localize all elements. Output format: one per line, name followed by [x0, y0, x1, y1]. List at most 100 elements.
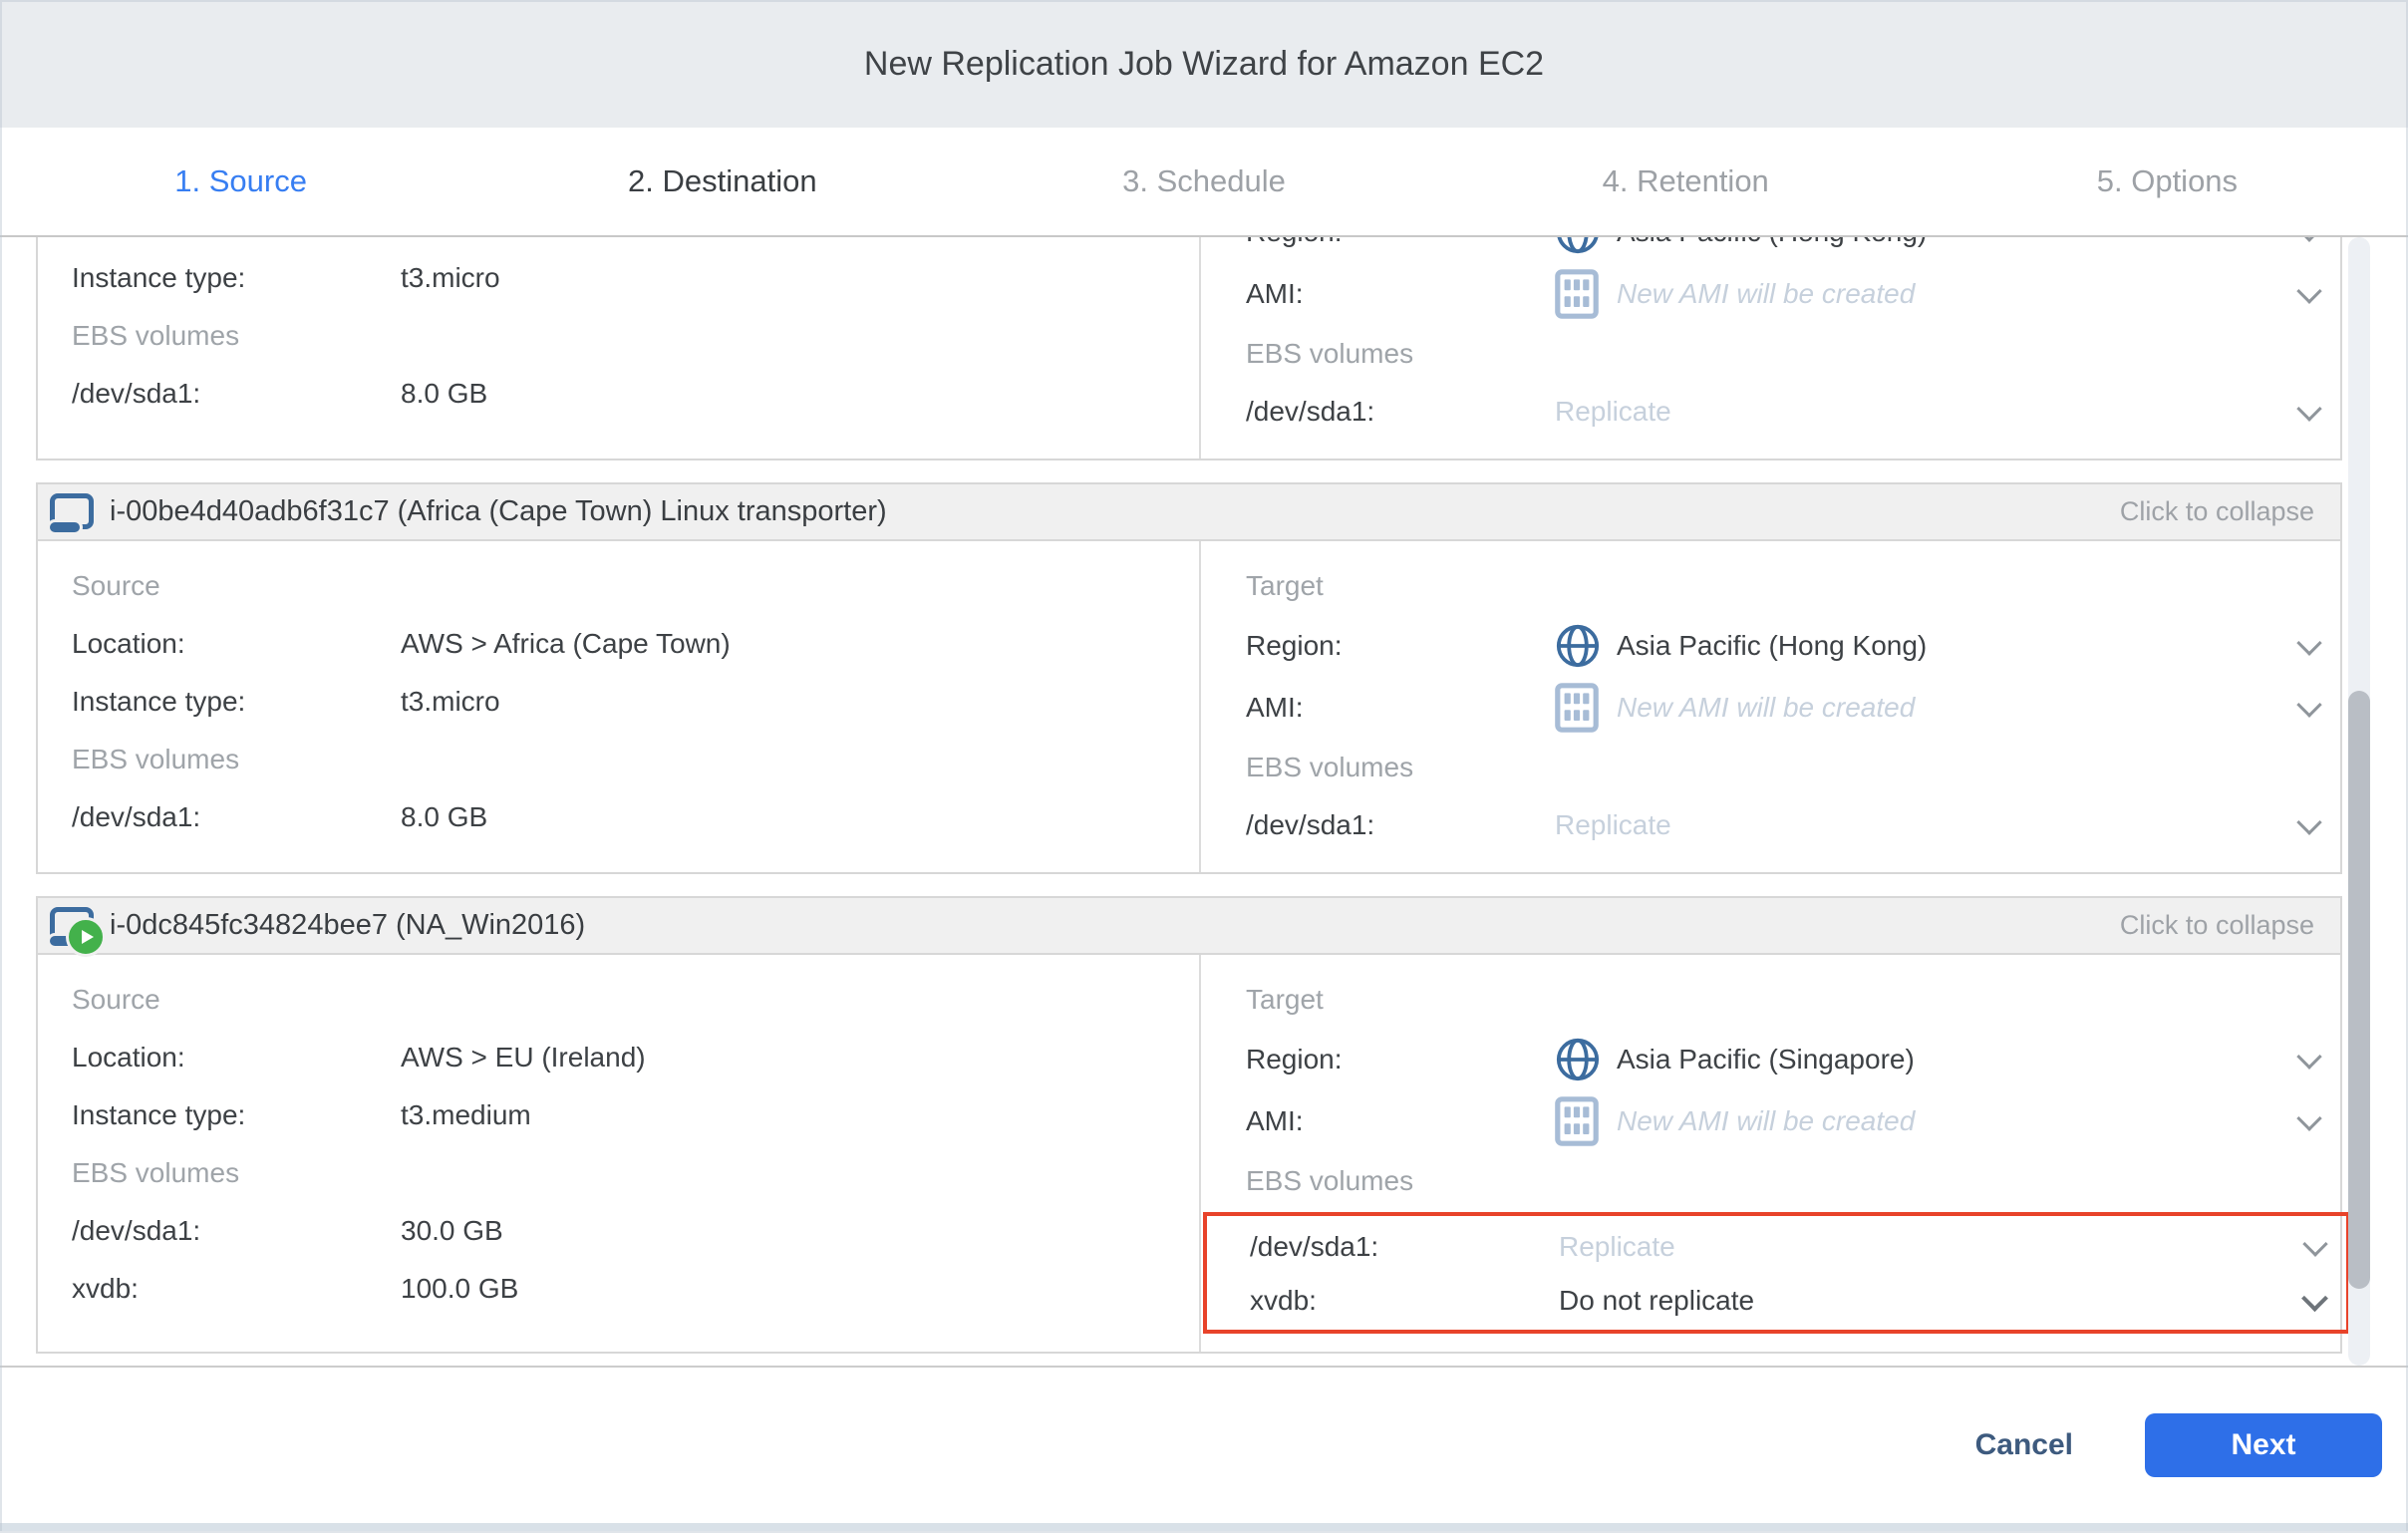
ebs-volumes-section: EBS volumes: [1246, 1152, 2340, 1210]
instance-panel: Instance type:t3.microEBS volumes/dev/sd…: [36, 235, 2342, 460]
row-value: 30.0 GB: [401, 1215, 503, 1247]
region-dropdown[interactable]: Region:Asia Pacific (Hong Kong): [1246, 615, 2340, 677]
instance-id-label: i-0dc845fc34824bee7 (NA_Win2016): [110, 909, 585, 942]
instance-panel: i-0dc845fc34824bee7 (NA_Win2016) Click to…: [36, 896, 2342, 1354]
ami-icon: [1555, 1096, 1617, 1146]
instance-panel-body: Instance type:t3.microEBS volumes/dev/sd…: [38, 235, 2340, 459]
row-value: Do not replicate: [1559, 1285, 1754, 1317]
instance-id-label: i-00be4d40adb6f31c7 (Africa (Cape Town) …: [110, 495, 887, 528]
page-title: New Replication Job Wizard for Amazon EC…: [864, 45, 1544, 84]
ebs-volumes-section: EBS volumes: [72, 307, 1199, 365]
ebs-volumes-section: EBS volumes: [72, 1144, 1199, 1202]
chevron-down-icon: [2301, 1285, 2328, 1312]
wizard-titlebar: New Replication Job Wizard for Amazon EC…: [0, 0, 2408, 128]
row-value: t3.micro: [401, 686, 500, 718]
bottom-strip: [0, 1523, 2408, 1531]
region-dropdown[interactable]: Region:Asia Pacific (Singapore): [1246, 1029, 2340, 1090]
row-value: 8.0 GB: [401, 801, 487, 833]
chevron-down-icon: [2296, 1044, 2321, 1069]
row-value: AWS > EU (Ireland): [401, 1042, 646, 1073]
instance-panels: Instance type:t3.microEBS volumes/dev/sd…: [36, 235, 2342, 1354]
row-value: AWS > Africa (Cape Town): [401, 628, 731, 660]
volume-size-row: /dev/sda1:30.0 GB: [72, 1202, 1199, 1260]
instance-panel: i-00be4d40adb6f31c7 (Africa (Cape Town) …: [36, 482, 2342, 874]
volume-mode-dropdown[interactable]: /dev/sda1:Replicate: [1246, 383, 2340, 441]
wizard-content: Instance type:t3.microEBS volumes/dev/sd…: [0, 235, 2408, 1368]
target-column: TargetRegion:Asia Pacific (Hong Kong)AMI…: [1201, 541, 2340, 872]
computer-icon: [50, 493, 94, 531]
next-button[interactable]: Next: [2145, 1413, 2382, 1477]
instance-panel-body: SourceLocation:AWS > Africa (Cape Town)I…: [38, 541, 2340, 872]
location-row: Location:AWS > Africa (Cape Town): [72, 615, 1199, 673]
row-value: Replicate: [1555, 396, 1671, 428]
chevron-down-icon: [2296, 809, 2321, 834]
step-destination[interactable]: 2. Destination: [481, 128, 963, 235]
volume-mode-dropdown[interactable]: /dev/sda1:Replicate: [1250, 1220, 2346, 1274]
row-value: t3.medium: [401, 1099, 531, 1131]
scrollbar-thumb[interactable]: [2348, 691, 2370, 1289]
chevron-down-icon: [2302, 1231, 2327, 1256]
cancel-button[interactable]: Cancel: [1969, 1427, 2079, 1463]
instance-type-row: Instance type:t3.medium: [72, 1086, 1199, 1144]
row-value: Replicate: [1559, 1231, 1675, 1263]
globe-icon: [1555, 235, 1617, 255]
ebs-volumes-section: EBS volumes: [72, 731, 1199, 788]
wizard-footer: Cancel Next: [0, 1368, 2408, 1523]
play-triangle: [82, 930, 94, 944]
target-column: Region:Asia Pacific (Hong Kong)AMI:New A…: [1201, 235, 2340, 459]
globe-icon: [1555, 1037, 1617, 1082]
chevron-down-icon: [2296, 396, 2321, 421]
source-column: Instance type:t3.microEBS volumes/dev/sd…: [38, 235, 1201, 459]
ami-dropdown[interactable]: AMI:New AMI will be created: [1246, 1090, 2340, 1152]
volume-mode-dropdown-xvdb[interactable]: xvdb:Do not replicate: [1250, 1274, 2346, 1328]
instance-type-row: Instance type:t3.micro: [72, 673, 1199, 731]
row-value: New AMI will be created: [1617, 1105, 1915, 1137]
row-value: 100.0 GB: [401, 1273, 518, 1305]
ebs-volumes-section: EBS volumes: [1246, 325, 2340, 383]
target-section: Target: [1246, 557, 2340, 615]
step-options[interactable]: 5. Options: [1927, 128, 2408, 235]
row-value: Asia Pacific (Hong Kong): [1617, 235, 1927, 248]
row-value: 8.0 GB: [401, 378, 487, 410]
play-badge-icon: [66, 917, 106, 957]
ebs-volumes-section: EBS volumes: [1246, 739, 2340, 796]
location-row: Location:AWS > EU (Ireland): [72, 1029, 1199, 1086]
collapse-hint: Click to collapse: [2120, 496, 2314, 527]
chevron-down-icon: [2296, 692, 2321, 717]
source-section: Source: [72, 971, 1199, 1029]
chevron-down-icon: [2296, 630, 2321, 655]
scrollbar-track[interactable]: [2348, 237, 2370, 1366]
instance-panel-header[interactable]: i-00be4d40adb6f31c7 (Africa (Cape Town) …: [38, 484, 2340, 541]
source-column: SourceLocation:AWS > EU (Ireland)Instanc…: [38, 955, 1201, 1352]
step-source[interactable]: 1. Source: [0, 128, 481, 235]
volume-size-row: /dev/sda1:8.0 GB: [72, 365, 1199, 423]
globe-icon: [1555, 623, 1617, 669]
step-retention[interactable]: 4. Retention: [1445, 128, 1927, 235]
ami-dropdown[interactable]: AMI:New AMI will be created: [1246, 263, 2340, 325]
step-schedule[interactable]: 3. Schedule: [963, 128, 1444, 235]
computer-running-icon: [50, 907, 94, 945]
instance-panel-header[interactable]: i-0dc845fc34824bee7 (NA_Win2016) Click to…: [38, 898, 2340, 955]
region-dropdown[interactable]: Region:Asia Pacific (Hong Kong): [1246, 235, 2340, 263]
chevron-down-icon: [2296, 235, 2321, 242]
ami-icon: [1555, 269, 1617, 319]
row-value: New AMI will be created: [1617, 692, 1915, 724]
wizard-steps: 1. Source2. Destination3. Schedule4. Ret…: [0, 128, 2408, 235]
row-value: Asia Pacific (Singapore): [1617, 1044, 1915, 1075]
highlight-red-box: /dev/sda1:Replicatexvdb:Do not replicate: [1203, 1212, 2350, 1334]
ami-dropdown[interactable]: AMI:New AMI will be created: [1246, 677, 2340, 739]
volume-size-row: /dev/sda1:8.0 GB: [72, 788, 1199, 846]
instance-panel-body: SourceLocation:AWS > EU (Ireland)Instanc…: [38, 955, 2340, 1352]
row-value: Asia Pacific (Hong Kong): [1617, 630, 1927, 662]
row-value: Replicate: [1555, 809, 1671, 841]
chevron-down-icon: [2296, 1105, 2321, 1130]
row-value: t3.micro: [401, 262, 500, 294]
source-column: SourceLocation:AWS > Africa (Cape Town)I…: [38, 541, 1201, 872]
collapse-hint: Click to collapse: [2120, 910, 2314, 941]
target-column: TargetRegion:Asia Pacific (Singapore)AMI…: [1201, 955, 2340, 1352]
chevron-down-icon: [2296, 278, 2321, 303]
volume-mode-dropdown[interactable]: /dev/sda1:Replicate: [1246, 796, 2340, 854]
volume-size-row-xvdb: xvdb:100.0 GB: [72, 1260, 1199, 1318]
instance-type-row: Instance type:t3.micro: [72, 249, 1199, 307]
target-section: Target: [1246, 971, 2340, 1029]
